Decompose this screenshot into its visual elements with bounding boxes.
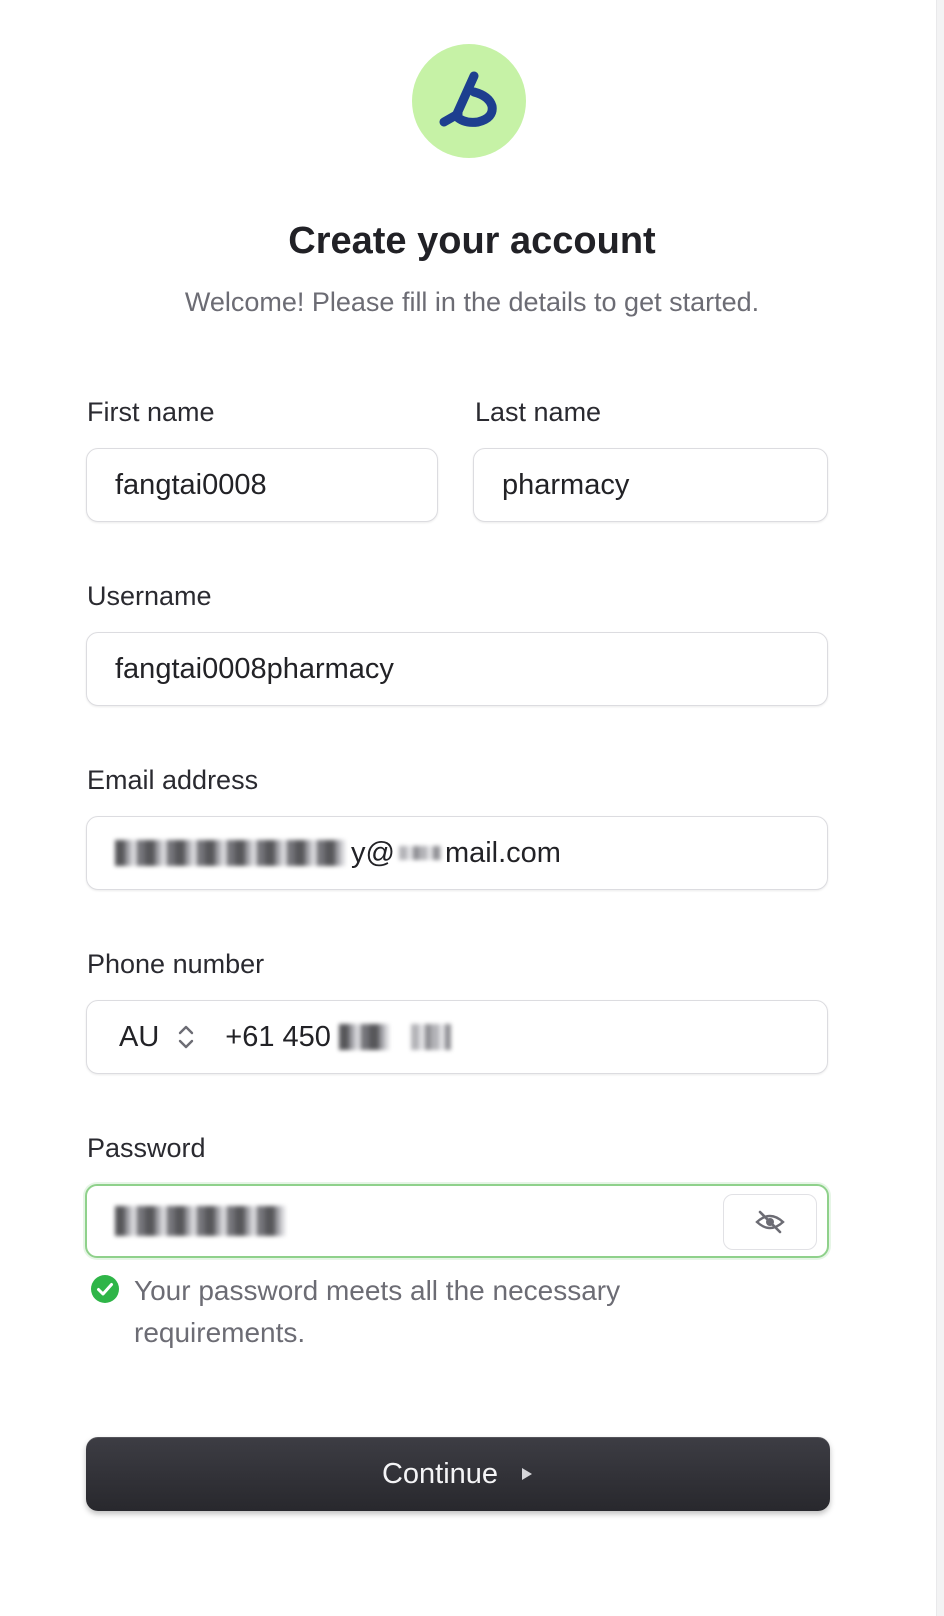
phone-redacted-part-2 xyxy=(410,1024,451,1050)
password-label: Password xyxy=(87,1133,206,1163)
email-visible-part: y@ xyxy=(351,836,395,869)
username-label: Username xyxy=(87,581,212,611)
page-subtitle: Welcome! Please fill in the details to g… xyxy=(184,287,760,317)
sign-up-page: Create your account Welcome! Please fill… xyxy=(0,0,944,1616)
password-status: Your password meets all the necessary re… xyxy=(90,1270,710,1354)
password-status-text: Your password meets all the necessary re… xyxy=(134,1275,621,1348)
email-label: Email address xyxy=(87,765,259,795)
first-name-label: First name xyxy=(87,397,215,427)
country-code: AU xyxy=(119,1020,160,1053)
phone-visible-part: +61 450 xyxy=(225,1020,331,1053)
last-name-field[interactable]: pharmacy xyxy=(473,448,828,522)
check-circle-icon xyxy=(91,1275,119,1303)
email-redacted-part xyxy=(115,840,345,866)
username-field[interactable]: fangtai0008pharmacy xyxy=(86,632,828,706)
phone-field[interactable]: AU +61 450 xyxy=(86,1000,828,1074)
continue-label: Continue xyxy=(381,1457,499,1490)
show-password-button[interactable] xyxy=(723,1194,817,1250)
country-selector[interactable]: AU xyxy=(119,1021,225,1054)
eye-off-icon xyxy=(755,1210,785,1234)
last-name-value: pharmacy xyxy=(502,468,630,501)
phone-label: Phone number xyxy=(87,949,265,979)
chevron-up-down-icon xyxy=(179,1025,194,1049)
last-name-label: Last name xyxy=(475,397,602,427)
username-value: fangtai0008pharmacy xyxy=(115,652,394,685)
page-title: Create your account xyxy=(288,220,656,262)
first-name-field[interactable]: fangtai0008 xyxy=(86,448,438,522)
logo-icon xyxy=(439,71,497,127)
continue-button[interactable]: Continue xyxy=(86,1437,830,1511)
email-domain-redacted xyxy=(398,846,441,860)
phone-redacted-part-1 xyxy=(338,1024,389,1050)
logo xyxy=(412,44,526,158)
play-triangle-icon xyxy=(522,1468,533,1480)
password-field[interactable] xyxy=(85,1184,829,1258)
first-name-value: fangtai0008 xyxy=(115,468,267,501)
email-field[interactable]: y@ mail.com xyxy=(86,816,828,890)
email-suffix: mail.com xyxy=(444,836,561,869)
password-masked-value xyxy=(115,1206,285,1236)
